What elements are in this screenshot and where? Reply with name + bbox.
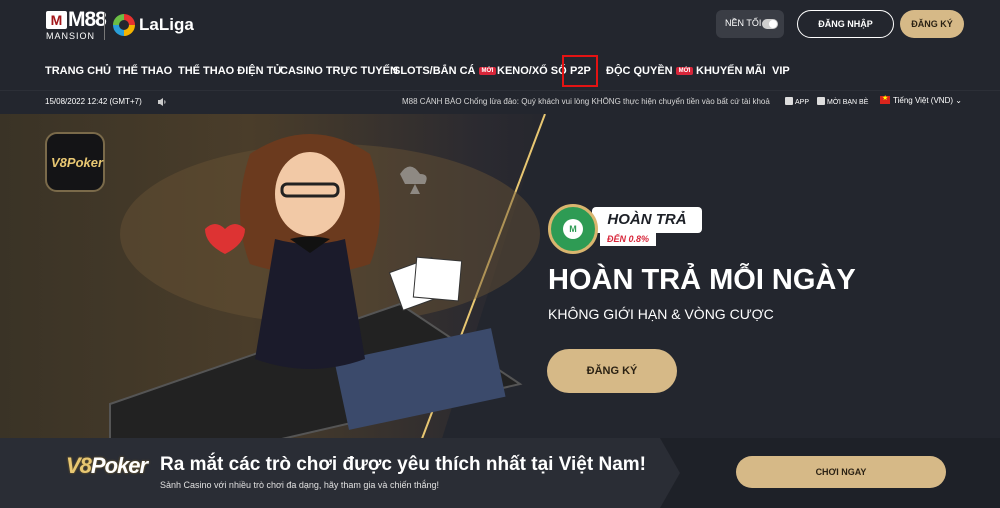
register-button[interactable]: ĐĂNG KÝ xyxy=(900,10,964,38)
info-bar: 15/08/2022 12:42 (GMT+7) M88 CẢNH BÁO Ch… xyxy=(0,90,1000,114)
cashback-badge-title: HOÀN TRẢ xyxy=(592,207,702,233)
promo-banner: V8Poker Ra mắt các trò chơi được yêu thí… xyxy=(0,438,1000,508)
logo-divider xyxy=(104,12,105,40)
hero-register-button[interactable]: ĐĂNG KÝ xyxy=(547,349,677,393)
m88-logo-badge: M xyxy=(46,11,67,29)
nav-item-sports[interactable]: THỂ THAO xyxy=(116,65,172,77)
new-badge: MỚI xyxy=(478,67,497,75)
m88-logo-sub: MANSION xyxy=(46,31,96,41)
nav-item-casino[interactable]: CASINO TRỰC TUYẾN xyxy=(280,65,398,77)
hero-title: HOÀN TRẢ MỖI NGÀY xyxy=(548,264,856,296)
v8poker-game-icon[interactable]: V8Poker xyxy=(45,132,105,192)
nav-item-home[interactable]: TRANG CHỦ xyxy=(45,65,111,77)
login-button[interactable]: ĐĂNG NHẬP xyxy=(797,10,894,38)
v8poker-logo-poker: Poker xyxy=(90,453,148,478)
current-datetime: 15/08/2022 12:42 (GMT+7) xyxy=(45,97,142,106)
v8poker-logo: V8Poker xyxy=(66,453,148,479)
laliga-logo-text: LaLiga xyxy=(139,15,194,34)
app-icon xyxy=(785,97,793,105)
v8poker-icon-text: V8Poker xyxy=(51,155,104,170)
dark-mode-toggle[interactable]: NỀN TỐI xyxy=(716,10,784,38)
nav-item-label: VIP xyxy=(772,65,790,77)
new-badge: MỚI xyxy=(675,67,694,75)
m88-logo-number: M88 xyxy=(68,8,107,31)
invite-friends-link[interactable]: MỜI BẠN BÈ xyxy=(817,97,868,106)
hero-subtitle: KHÔNG GIỚI HẠN & VÒNG CƯỢC xyxy=(548,306,774,322)
top-header: M M88 MANSION LaLiga NỀN TỐI ĐĂNG NHẬP Đ… xyxy=(0,0,1000,52)
m88-logo[interactable]: M M88 MANSION xyxy=(46,9,107,42)
nav-item-label: KHUYẾN MÃI xyxy=(696,65,766,77)
laliga-icon xyxy=(113,14,135,36)
nav-item-vip[interactable]: VIP xyxy=(772,65,790,77)
nav-item-p2p[interactable]: P2P xyxy=(570,65,591,77)
nav-item-label: SLOTS/BẮN CÁ xyxy=(393,65,476,77)
v8poker-logo-v8: V8 xyxy=(66,453,92,478)
nav-item-label: KENO/XỔ SỐ xyxy=(497,65,567,77)
nav-item-exclusive[interactable]: ĐỘC QUYỀN MỚI xyxy=(606,65,694,77)
toggle-switch-icon[interactable] xyxy=(762,19,778,29)
nav-item-esports[interactable]: THỂ THAO ĐIỆN TỬ xyxy=(178,65,282,77)
invite-friends-icon xyxy=(817,97,825,105)
nav-item-promotions[interactable]: KHUYẾN MÃI xyxy=(696,65,766,77)
main-nav: TRANG CHỦ THỂ THAO THỂ THAO ĐIỆN TỬ CASI… xyxy=(0,52,1000,90)
chevron-down-icon: ⌄ xyxy=(955,96,962,105)
announcement-marquee: M88 CẢNH BÁO Chống lừa đảo: Quý khách vu… xyxy=(402,97,770,106)
nav-item-label: THỂ THAO ĐIỆN TỬ xyxy=(178,65,283,77)
nav-item-slots[interactable]: SLOTS/BẮN CÁ MỚI xyxy=(393,65,497,77)
promo-subtitle: Sảnh Casino với nhiều trò chơi đa dạng, … xyxy=(160,480,439,490)
promo-title: Ra mắt các trò chơi được yêu thích nhất … xyxy=(160,454,646,475)
invite-label: MỜI BẠN BÈ xyxy=(827,99,869,106)
speaker-icon xyxy=(158,98,166,106)
nav-item-label: CASINO TRỰC TUYẾN xyxy=(280,65,398,77)
play-now-button[interactable]: CHƠI NGAY xyxy=(736,456,946,488)
nav-item-label: TRANG CHỦ xyxy=(45,65,111,77)
cashback-badge-rate: ĐẾN 0.8% xyxy=(600,232,656,246)
poker-chip-center-icon: M xyxy=(563,219,583,239)
nav-item-label: P2P xyxy=(570,65,591,77)
language-label: Tiếng Việt (VND) xyxy=(893,96,954,105)
language-selector[interactable]: Tiếng Việt (VND) ⌄ xyxy=(880,94,962,105)
nav-item-keno[interactable]: KENO/XỔ SỐ xyxy=(497,65,567,77)
nav-item-label: THỂ THAO xyxy=(116,65,173,77)
app-link[interactable]: APP xyxy=(785,97,809,106)
dark-mode-label: NỀN TỐI xyxy=(725,18,762,28)
casino-dealer-illustration xyxy=(109,134,540,444)
poker-chip-icon: M xyxy=(548,204,598,254)
app-label: APP xyxy=(795,99,810,106)
vietnam-flag-icon xyxy=(880,94,890,104)
nav-item-label: ĐỘC QUYỀN xyxy=(606,65,673,77)
